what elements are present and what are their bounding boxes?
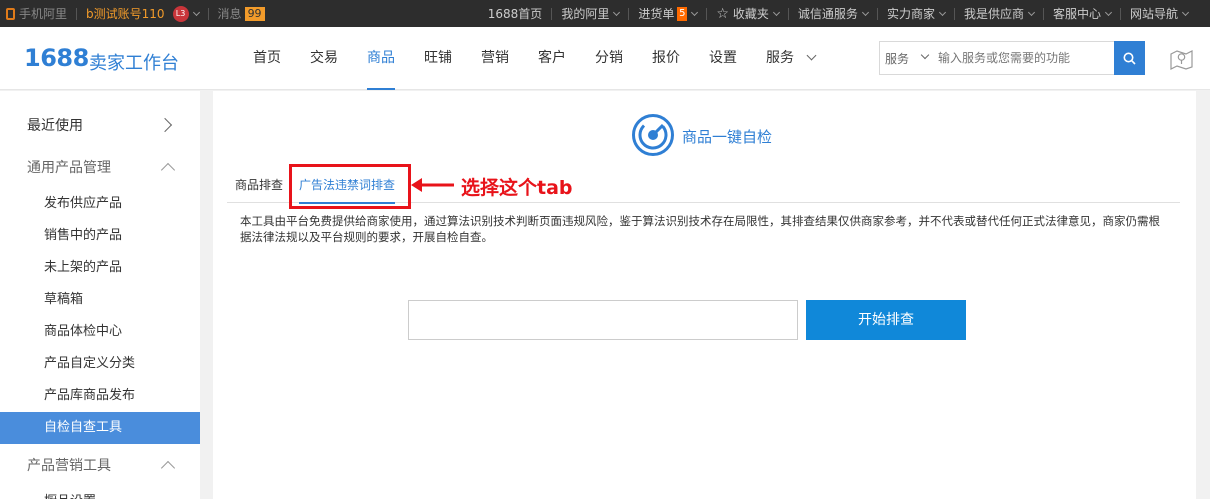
sidebar-recent[interactable]: 最近使用 [0, 104, 200, 146]
nav-settings[interactable]: 设置 [709, 27, 737, 90]
chevron-down-icon [192, 8, 200, 16]
header: 1688 卖家工作台 首页 交易 商品 旺铺 营销 客户 分销 报价 设置 服务… [0, 27, 1210, 90]
nav-services[interactable]: 服务 [766, 27, 817, 90]
chevron-down-icon [1104, 8, 1113, 16]
topbar-link-home[interactable]: 1688首页 [479, 8, 552, 20]
annotation-arrow-icon [411, 178, 454, 192]
chevron-down-icon [772, 8, 780, 16]
start-check-button[interactable]: 开始排查 [806, 300, 966, 340]
search-box: 服务 [879, 41, 1145, 75]
tool-title: 商品一键自检 [682, 128, 773, 146]
sidebar-item-drafts[interactable]: 草稿箱 [0, 284, 200, 316]
logo-subtitle: 卖家工作台 [89, 53, 179, 74]
sidebar-group-product-marketing[interactable]: 产品营销工具 [0, 444, 200, 486]
check-input[interactable] [408, 300, 798, 340]
sidebar-item-showcase[interactable]: 橱品设置 [0, 486, 200, 499]
nav-shop[interactable]: 旺铺 [424, 27, 452, 90]
topbar-link-trust-service[interactable]: 诚信通服务 [787, 7, 877, 20]
sidebar-item-on-sale[interactable]: 销售中的产品 [0, 220, 200, 252]
phone-icon [6, 7, 15, 20]
nav-customers[interactable]: 客户 [538, 27, 566, 90]
logo[interactable]: 1688 [24, 44, 89, 72]
self-check-icon [632, 114, 674, 156]
main-nav: 首页 交易 商品 旺铺 营销 客户 分销 报价 设置 服务 [253, 27, 844, 90]
chevron-down-icon [920, 50, 930, 60]
nav-products[interactable]: 商品 [367, 27, 395, 90]
sidebar-item-unlisted[interactable]: 未上架的产品 [0, 252, 200, 284]
main-panel: 商品一键自检 商品排查 广告法违禁词排查 选择这个tab 本工具由平台免费提供给… [213, 91, 1196, 499]
tab-product-check[interactable]: 商品排查 [235, 169, 283, 202]
chevron-up-icon [160, 162, 176, 178]
sidebar-item-custom-category[interactable]: 产品自定义分类 [0, 348, 200, 380]
topbar-link-power-merchant[interactable]: 实力商家 [876, 7, 954, 20]
chevron-down-icon [861, 8, 869, 16]
topbar-link-favorites[interactable]: ☆ 收藏夹 [706, 5, 788, 22]
search-category-select[interactable]: 服务 [880, 50, 909, 67]
chevron-down-icon [938, 8, 946, 16]
chevron-down-icon [1181, 8, 1190, 16]
level-badge: L3 [172, 5, 189, 22]
nav-marketing[interactable]: 营销 [481, 27, 509, 90]
nav-trade[interactable]: 交易 [310, 27, 338, 90]
sidebar-item-library-publish[interactable]: 产品库商品发布 [0, 380, 200, 412]
messages-count-badge: 99 [244, 6, 265, 21]
nav-quotes[interactable]: 报价 [652, 27, 680, 90]
messages-link[interactable]: 消息 99 [218, 0, 265, 27]
nav-home[interactable]: 首页 [253, 27, 281, 90]
sidebar-item-health-check[interactable]: 商品体检中心 [0, 316, 200, 348]
topbar-link-service-center[interactable]: 客服中心 [1042, 7, 1120, 20]
map-location-icon[interactable] [1170, 48, 1193, 70]
search-icon [1123, 52, 1136, 65]
search-input[interactable] [938, 51, 1099, 65]
chevron-down-icon [1027, 8, 1036, 16]
tool-description: 本工具由平台免费提供给商家使用，通过算法识别技术判断页面违规风险，鉴于算法识别技… [240, 214, 1160, 244]
top-bar: 手机阿里 b测试账号110 L3 消息 99 1688首页 我的阿里 进货单 5 … [0, 0, 1210, 27]
chevron-down-icon [691, 8, 699, 16]
cart-count-badge: 5 [677, 6, 688, 21]
annotation-text: 选择这个tab [461, 177, 573, 199]
sidebar-item-self-check-tool[interactable]: 自检自查工具 [0, 412, 200, 444]
topbar-link-site-nav[interactable]: 网站导航 [1119, 7, 1210, 20]
chevron-down-icon [806, 50, 817, 61]
sidebar-item-publish[interactable]: 发布供应产品 [0, 188, 200, 220]
topbar-link-cart[interactable]: 进货单 5 [628, 6, 706, 21]
chevron-up-icon [160, 460, 176, 476]
chevron-down-icon [613, 8, 621, 16]
account-menu[interactable]: b测试账号110 L3 [86, 0, 200, 27]
nav-distribution[interactable]: 分销 [595, 27, 623, 90]
topbar-link-my-alibaba[interactable]: 我的阿里 [551, 7, 628, 20]
annotation-highlight-box [289, 164, 411, 209]
sidebar-group-product-management[interactable]: 通用产品管理 [0, 146, 200, 188]
mobile-link[interactable]: 手机阿里 [6, 0, 67, 27]
search-button[interactable] [1114, 41, 1145, 75]
topbar-link-supplier[interactable]: 我是供应商 [953, 7, 1043, 20]
account-name: b测试账号110 [86, 7, 165, 21]
chevron-right-icon [157, 117, 173, 133]
sidebar: 最近使用 通用产品管理 发布供应产品 销售中的产品 未上架的产品 草稿箱 商品体… [0, 91, 200, 499]
star-icon: ☆ [716, 5, 729, 22]
